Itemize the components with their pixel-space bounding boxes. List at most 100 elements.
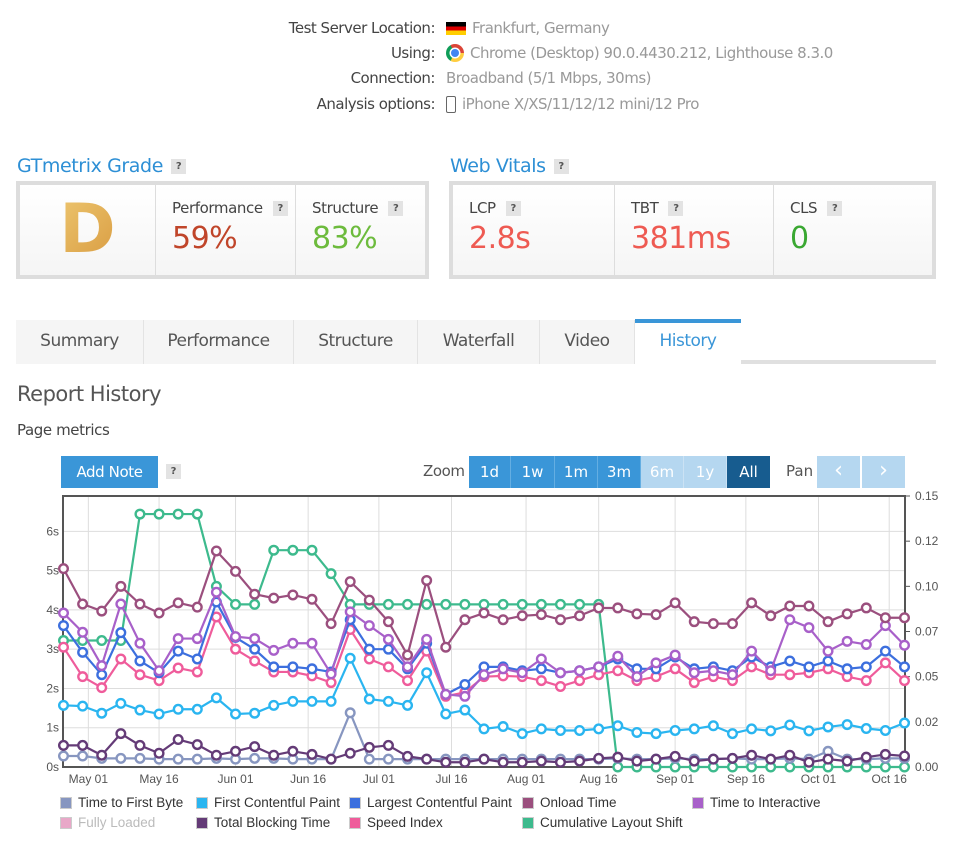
grade-title-text: GTmetrix Grade: [17, 155, 164, 177]
legend-item-onload-time[interactable]: Onload Time: [522, 795, 617, 810]
data-point-speed-index: [363, 653, 375, 665]
tab-summary[interactable]: Summary: [16, 320, 144, 364]
data-point-speed-index: [191, 666, 203, 678]
lcp-value: 2.8s: [469, 221, 531, 256]
tab-video[interactable]: Video: [540, 320, 635, 364]
data-point-onload-time: [726, 618, 738, 630]
data-point-time-to-first-byte: [115, 752, 127, 764]
help-icon[interactable]: ?: [505, 200, 521, 216]
data-point-time-to-first-byte: [249, 752, 261, 764]
data-point-time-to-interactive: [746, 645, 758, 657]
help-icon[interactable]: ?: [827, 200, 843, 216]
x-tick-label: Oct 16: [872, 772, 908, 786]
history-chart[interactable]: 0s 1s 2s 3s 4s 5s 6s 0.00 0.02 0.05 0.07 0.10 0.12 0.…: [0, 480, 955, 795]
data-point-first-contentful-paint: [688, 723, 700, 735]
data-point-onload-time: [612, 602, 624, 614]
tbt-cell: TBT? 381ms: [615, 185, 774, 275]
legend-swatch: [522, 816, 534, 829]
tab-performance[interactable]: Performance: [144, 320, 294, 364]
zoom-label: Zoom: [423, 462, 465, 480]
data-point-total-blocking-time: [249, 741, 261, 753]
data-point-total-blocking-time: [306, 748, 318, 760]
data-point-time-to-interactive: [402, 661, 414, 673]
data-point-onload-time: [58, 563, 70, 575]
data-point-largest-contentful-paint: [803, 661, 815, 673]
tbt-value: 381ms: [631, 221, 731, 256]
y-tick-label: 6s: [46, 524, 59, 538]
info-label: Using:: [390, 44, 436, 62]
x-tick-label: Jul 16: [435, 772, 467, 786]
data-point-cumulative-layout-shift: [899, 761, 911, 773]
data-point-onload-time: [382, 616, 394, 628]
data-point-time-to-interactive: [230, 631, 242, 643]
data-point-first-contentful-paint: [746, 723, 758, 735]
legend-item-speed-index[interactable]: Speed Index: [349, 815, 443, 830]
data-point-total-blocking-time: [593, 752, 605, 764]
info-label: Connection:: [350, 69, 436, 87]
data-point-speed-index: [574, 675, 586, 687]
data-point-cumulative-layout-shift: [249, 598, 261, 610]
data-point-onload-time: [765, 610, 777, 622]
legend-item-first-contentful-paint[interactable]: First Contentful Paint: [196, 795, 340, 810]
data-point-largest-contentful-paint: [249, 643, 261, 655]
help-icon[interactable]: ?: [272, 200, 288, 216]
data-point-first-contentful-paint: [669, 724, 681, 736]
data-point-speed-index: [325, 677, 337, 689]
data-point-cumulative-layout-shift: [497, 598, 509, 610]
legend-item-time-to-interactive[interactable]: Time to Interactive: [692, 795, 821, 810]
cls-cell: CLS? 0: [774, 185, 932, 275]
data-point-total-blocking-time: [612, 751, 624, 763]
data-point-time-to-first-byte: [134, 752, 146, 764]
grade-title: GTmetrix Grade ?: [17, 155, 187, 177]
data-point-total-blocking-time: [191, 739, 203, 751]
legend-item-cumulative-layout-shift[interactable]: Cumulative Layout Shift: [522, 815, 683, 830]
data-point-largest-contentful-paint: [191, 653, 203, 665]
data-point-time-to-first-byte: [191, 753, 203, 765]
data-point-largest-contentful-paint: [172, 645, 184, 657]
help-icon[interactable]: ?: [553, 158, 569, 174]
data-point-first-contentful-paint: [402, 699, 414, 711]
help-icon[interactable]: ?: [388, 200, 404, 216]
legend-item-time-to-first-byte[interactable]: Time to First Byte: [60, 795, 183, 810]
data-point-onload-time: [344, 576, 356, 588]
data-point-total-blocking-time: [535, 755, 547, 767]
data-point-first-contentful-paint: [115, 697, 127, 709]
help-icon[interactable]: ?: [166, 464, 181, 479]
tab-structure[interactable]: Structure: [294, 320, 418, 364]
tab-waterfall[interactable]: Waterfall: [418, 320, 540, 364]
data-point-time-to-interactive: [58, 607, 70, 619]
data-point-largest-contentful-paint: [784, 655, 796, 667]
data-point-first-contentful-paint: [726, 728, 738, 740]
data-point-largest-contentful-paint: [535, 663, 547, 675]
data-point-total-blocking-time: [77, 739, 89, 751]
data-point-time-to-interactive: [612, 650, 624, 662]
lcp-cell: LCP? 2.8s: [453, 185, 615, 275]
performance-cell: Performance? 59%: [156, 185, 296, 275]
data-point-total-blocking-time: [650, 753, 662, 765]
data-point-total-blocking-time: [58, 739, 70, 751]
legend-item-largest-contentful-paint[interactable]: Largest Contentful Paint: [349, 795, 512, 810]
web-vitals-card: LCP? 2.8s TBT? 381ms CLS? 0: [449, 181, 936, 279]
data-point-time-to-first-byte: [172, 753, 184, 765]
tab-history[interactable]: History: [635, 319, 741, 367]
data-point-time-to-interactive: [440, 688, 452, 700]
help-icon[interactable]: ?: [668, 200, 684, 216]
data-point-onload-time: [191, 601, 203, 613]
data-point-onload-time: [784, 600, 796, 612]
data-point-first-contentful-paint: [210, 692, 222, 704]
data-point-total-blocking-time: [669, 750, 681, 762]
info-value: iPhone X/XS/11/12/12 mini/12 Pro: [462, 95, 699, 113]
data-point-cumulative-layout-shift: [421, 598, 433, 610]
data-point-largest-contentful-paint: [115, 627, 127, 639]
y2-tick-label: 0.05: [915, 670, 939, 684]
data-point-total-blocking-time: [554, 756, 566, 768]
legend-item-fully-loaded[interactable]: Fully Loaded: [60, 815, 155, 830]
data-point-largest-contentful-paint: [287, 661, 299, 673]
data-point-first-contentful-paint: [249, 707, 261, 719]
legend-item-total-blocking-time[interactable]: Total Blocking Time: [196, 815, 330, 830]
legend-label: Cumulative Layout Shift: [540, 815, 683, 830]
help-icon[interactable]: ?: [171, 158, 187, 174]
data-point-cumulative-layout-shift: [784, 761, 796, 773]
data-point-speed-index: [172, 662, 184, 674]
web-vitals-title-text: Web Vitals: [450, 155, 546, 177]
